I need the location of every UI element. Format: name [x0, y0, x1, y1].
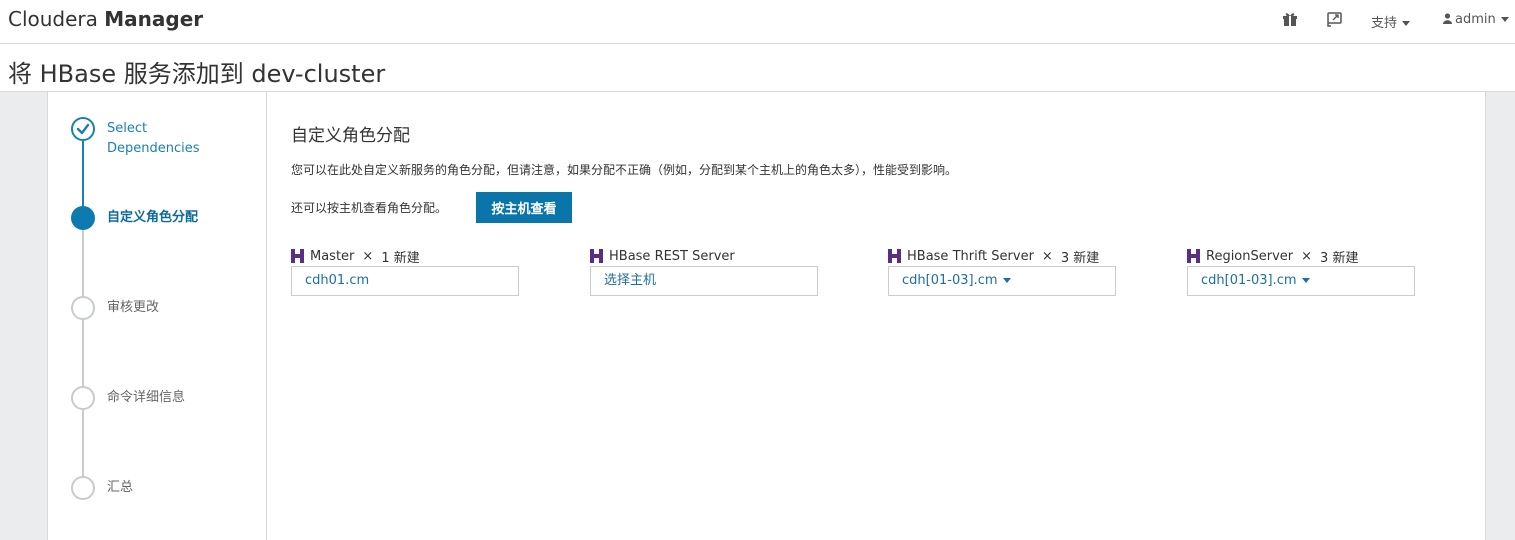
section-title: 自定义角色分配 [291, 126, 410, 146]
host-selector-value: cdh01.cm [305, 273, 370, 288]
support-menu[interactable]: 支持 [1371, 12, 1411, 31]
step-label: 命令详细信息 [107, 390, 186, 405]
role-name: RegionServer [1206, 248, 1294, 264]
role-name: Master [310, 248, 355, 264]
hbase-icon [590, 249, 603, 263]
step-status-circle [71, 206, 95, 230]
chevron-down-icon [1002, 278, 1011, 283]
chevron-down-icon [1301, 278, 1310, 283]
chevron-down-icon [1402, 21, 1411, 26]
step-label-line2: Dependencies [107, 141, 200, 156]
host-selector[interactable]: cdh[01-03].cm [888, 266, 1116, 296]
role-count: 3 新建 [1320, 250, 1359, 266]
brand-text-bold: Manager [104, 7, 204, 31]
wizard-divider [266, 92, 267, 540]
step-connector-pending [82, 230, 84, 498]
host-selector[interactable]: cdh01.cm [291, 266, 519, 296]
step-status-circle [71, 476, 95, 500]
right-gutter [1485, 92, 1515, 540]
view-by-host-text: 还可以按主机查看角色分配。 [291, 201, 448, 215]
role-header: Master × 1 新建 [291, 247, 420, 266]
view-by-host-button[interactable]: 按主机查看 [476, 192, 572, 223]
page-header: 将 HBase 服务添加到 dev-cluster [0, 44, 1515, 92]
checkmark-icon [76, 123, 90, 135]
step-label: Select Dependencies [107, 119, 200, 159]
host-selector[interactable]: cdh[01-03].cm [1187, 266, 1415, 296]
brand-text-light: Cloudera [8, 7, 98, 31]
step-label: 汇总 [107, 480, 134, 495]
role-header: HBase Thrift Server × 3 新建 [888, 247, 1100, 266]
role-count: 3 新建 [1060, 250, 1100, 266]
role-header: RegionServer × 3 新建 [1187, 247, 1359, 266]
brand-logo[interactable]: Cloudera Manager [8, 7, 203, 31]
user-menu[interactable]: admin [1443, 12, 1509, 27]
hbase-icon [1187, 249, 1200, 263]
hbase-icon [291, 249, 304, 263]
gift-icon[interactable] [1282, 11, 1300, 29]
step-label: 自定义角色分配 [107, 210, 199, 225]
top-navbar: Cloudera Manager 支持 admin [0, 0, 1515, 44]
page-title: 将 HBase 服务添加到 dev-cluster [8, 60, 386, 88]
user-icon [1443, 13, 1452, 24]
step-label: 审核更改 [107, 300, 160, 315]
host-selector-value: 选择主机 [604, 273, 657, 288]
host-selector-value: cdh[01-03].cm [1201, 273, 1297, 288]
content-panel [47, 92, 1485, 540]
role-header: HBase REST Server [590, 247, 735, 265]
role-name: HBase REST Server [609, 248, 735, 264]
role-count: 1 新建 [381, 250, 420, 266]
step-status-circle [71, 296, 95, 320]
support-label: 支持 [1371, 16, 1398, 31]
section-description: 您可以在此处自定义新服务的角色分配，但请注意，如果分配不正确（例如，分配到某个主… [291, 163, 958, 177]
step-status-circle [71, 117, 95, 141]
left-gutter [0, 92, 47, 540]
step-label-line1: Select [107, 121, 148, 136]
role-name: HBase Thrift Server [907, 248, 1034, 264]
role-times: × [1301, 248, 1313, 264]
cast-icon[interactable] [1326, 11, 1344, 29]
host-selector-value: cdh[01-03].cm [902, 273, 998, 288]
step-connector-done [82, 141, 84, 208]
hbase-icon [888, 249, 901, 263]
role-times: × [1041, 248, 1053, 264]
step-status-circle [71, 386, 95, 410]
user-label: admin [1455, 12, 1496, 27]
chevron-down-icon [1500, 17, 1509, 22]
host-selector[interactable]: 选择主机 [590, 266, 818, 296]
role-times: × [362, 248, 374, 264]
